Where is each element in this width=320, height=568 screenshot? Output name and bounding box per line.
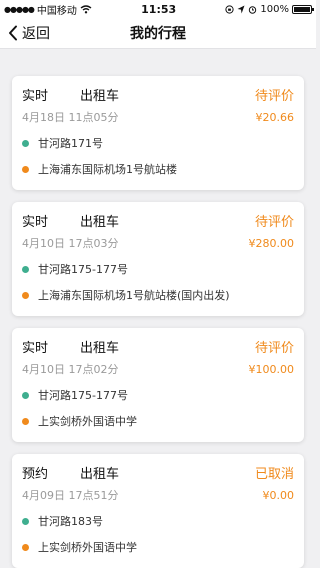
start-address: 甘河路171号 xyxy=(38,137,103,150)
end-location: 上海浦东国际机场1号航站楼(国内出发) xyxy=(22,286,294,304)
start-dot-icon xyxy=(22,265,29,273)
end-location: 上实剑桥外国语中学 xyxy=(22,538,294,556)
trip-card[interactable]: 实时 出租车 待评价 4月10日 17点03分 ¥280.00 甘河路175-1… xyxy=(12,202,304,316)
trip-datetime: 4月10日 17点02分 xyxy=(22,363,119,376)
trip-datetime: 4月09日 17点51分 xyxy=(22,489,119,502)
start-location: 甘河路175-177号 xyxy=(22,260,294,278)
trip-type: 实时 xyxy=(22,88,49,104)
end-location: 上实剑桥外国语中学 xyxy=(22,412,294,430)
carrier-name: 中国移动 xyxy=(36,5,77,17)
trip-list: 实时 出租车 待评价 4月18日 11点05分 ¥20.66 甘河路171号 上… xyxy=(0,49,316,568)
trip-card[interactable]: 实时 出租车 待评价 4月10日 17点02分 ¥100.00 甘河路175-1… xyxy=(12,328,304,442)
status-badge: 待评价 xyxy=(254,88,294,104)
start-dot-icon xyxy=(22,139,29,147)
end-dot-icon xyxy=(22,417,29,425)
vehicle-type: 出租车 xyxy=(80,466,120,482)
start-dot-icon xyxy=(22,391,29,399)
status-badge: 待评价 xyxy=(254,340,294,356)
trip-card[interactable]: 预约 出租车 已取消 4月09日 17点51分 ¥0.00 甘河路183号 上实… xyxy=(12,454,304,568)
status-right: 100% xyxy=(225,3,314,15)
trip-datetime: 4月10日 17点03分 xyxy=(22,237,119,250)
trip-price: ¥0.00 xyxy=(262,488,295,502)
trip-type: 实时 xyxy=(22,340,49,356)
end-address: 上海浦东国际机场1号航站楼 xyxy=(38,163,177,176)
trip-price: ¥280.00 xyxy=(248,236,295,250)
start-dot-icon xyxy=(22,517,29,525)
start-address: 甘河路175-177号 xyxy=(38,263,128,276)
trip-price: ¥20.66 xyxy=(255,110,295,124)
trip-card[interactable]: 实时 出租车 待评价 4月18日 11点05分 ¥20.66 甘河路171号 上… xyxy=(12,76,304,190)
end-dot-icon xyxy=(22,543,29,551)
status-left: ●●●●● 中国移动 xyxy=(4,2,92,17)
trip-type: 实时 xyxy=(22,214,49,230)
end-dot-icon xyxy=(22,291,29,299)
vehicle-type: 出租车 xyxy=(80,88,120,104)
alarm-icon xyxy=(249,5,257,14)
location-icon xyxy=(237,5,245,13)
nav-bar: 返回 我的行程 xyxy=(0,18,316,49)
status-bar: ●●●●● 中国移动 11:53 100% xyxy=(0,0,316,18)
orientation-lock-icon xyxy=(225,4,234,14)
end-address: 上实剑桥外国语中学 xyxy=(38,415,137,428)
clock: 11:53 xyxy=(141,2,177,16)
back-button[interactable]: 返回 xyxy=(8,18,50,48)
trip-datetime: 4月18日 11点05分 xyxy=(22,111,119,124)
end-dot-icon xyxy=(22,165,29,173)
start-address: 甘河路183号 xyxy=(38,515,103,528)
page-title: 我的行程 xyxy=(130,26,186,42)
chevron-left-icon xyxy=(9,25,17,41)
end-address: 上海浦东国际机场1号航站楼(国内出发) xyxy=(38,289,230,302)
start-location: 甘河路175-177号 xyxy=(22,386,294,404)
start-address: 甘河路175-177号 xyxy=(38,389,128,402)
back-label: 返回 xyxy=(22,26,50,42)
signal-icon: ●●●●● xyxy=(4,4,35,14)
status-badge: 已取消 xyxy=(254,466,294,482)
start-location: 甘河路183号 xyxy=(22,512,294,530)
battery-percent: 100% xyxy=(260,3,289,15)
vehicle-type: 出租车 xyxy=(80,214,120,230)
trip-price: ¥100.00 xyxy=(248,362,295,376)
trip-type: 预约 xyxy=(22,466,49,482)
wifi-icon xyxy=(80,4,92,13)
end-address: 上实剑桥外国语中学 xyxy=(38,541,137,554)
status-badge: 待评价 xyxy=(254,214,294,230)
battery-icon xyxy=(291,4,314,14)
end-location: 上海浦东国际机场1号航站楼 xyxy=(22,160,294,178)
start-location: 甘河路171号 xyxy=(22,134,294,152)
vehicle-type: 出租车 xyxy=(80,340,120,356)
